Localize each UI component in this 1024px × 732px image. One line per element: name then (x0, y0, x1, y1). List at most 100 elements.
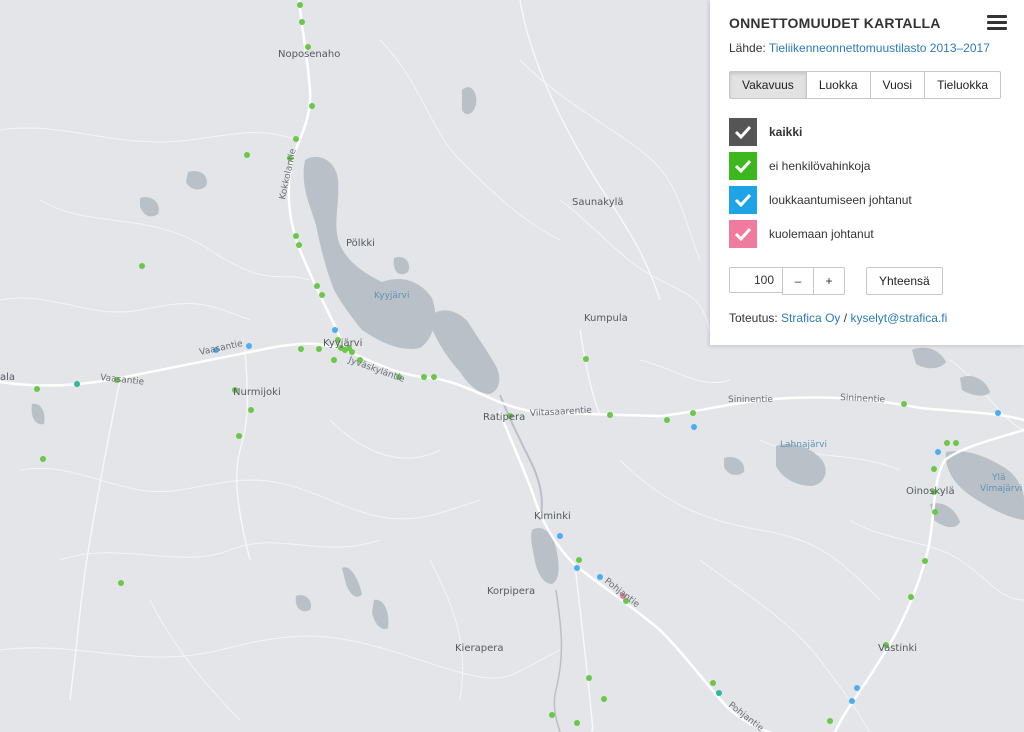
checkbox-all[interactable] (729, 118, 757, 146)
legend-item-no-injury[interactable]: ei henkilövahinkoja (729, 152, 912, 180)
legend-label: kaikki (769, 125, 803, 139)
place-label: Saunakylä (572, 197, 624, 208)
accident-point[interactable] (574, 565, 580, 571)
hamburger-menu-icon[interactable] (987, 15, 1007, 31)
lake-label: Vimajärvi (980, 484, 1022, 494)
accident-point[interactable] (236, 433, 242, 439)
checkbox-injury[interactable] (729, 186, 757, 214)
accident-point[interactable] (691, 424, 697, 430)
place-label: Pölkki (346, 238, 375, 249)
accident-point[interactable] (574, 720, 580, 726)
tab-vuosi[interactable]: Vuosi (869, 71, 926, 99)
accident-point[interactable] (316, 346, 322, 352)
legend-item-all[interactable]: kaikki (729, 118, 912, 146)
source-line: Lähde: Tieliikenneonnettomuustilasto 201… (729, 41, 990, 55)
check-icon (734, 193, 752, 207)
place-label: Kiminki (534, 511, 571, 522)
accident-point[interactable] (139, 263, 145, 269)
accident-point[interactable] (248, 407, 254, 413)
accident-point[interactable] (710, 680, 716, 686)
accident-point[interactable] (314, 283, 320, 289)
accident-point[interactable] (953, 440, 959, 446)
accident-point[interactable] (827, 718, 833, 724)
accident-point[interactable] (349, 349, 355, 355)
accident-point[interactable] (421, 374, 427, 380)
source-link[interactable]: Tieliikenneonnettomuustilasto 2013–2017 (769, 41, 990, 55)
accident-point[interactable] (298, 346, 304, 352)
tab-tieluokka[interactable]: Tieluokka (924, 71, 1002, 99)
accident-point[interactable] (332, 327, 338, 333)
accident-point[interactable] (244, 152, 250, 158)
accident-point[interactable] (246, 343, 252, 349)
point-size-input[interactable] (729, 267, 783, 293)
total-button[interactable]: Yhteensä (866, 267, 943, 295)
accident-point[interactable] (586, 675, 592, 681)
check-icon (734, 159, 752, 173)
point-size-stepper: – + (729, 267, 845, 295)
place-label: Kumpula (584, 313, 628, 324)
accident-point[interactable] (319, 292, 325, 298)
accident-point[interactable] (932, 509, 938, 515)
legend-item-injury[interactable]: loukkaantumiseen johtanut (729, 186, 912, 214)
increase-button[interactable]: + (813, 267, 845, 295)
check-icon (734, 227, 752, 241)
accident-point[interactable] (597, 574, 603, 580)
accident-point[interactable] (309, 103, 315, 109)
accident-point[interactable] (557, 533, 563, 539)
accident-point[interactable] (583, 356, 589, 362)
info-panel: ONNETTOMUUDET KARTALLA Lähde: Tieliikenn… (710, 0, 1024, 345)
place-label: Noposenaho (278, 49, 340, 60)
accident-point[interactable] (74, 381, 80, 387)
accident-point[interactable] (431, 374, 437, 380)
accident-point[interactable] (908, 594, 914, 600)
accident-point[interactable] (690, 410, 696, 416)
accident-point[interactable] (331, 357, 337, 363)
accident-point[interactable] (297, 2, 303, 8)
accident-point[interactable] (293, 136, 299, 142)
accident-point[interactable] (34, 386, 40, 392)
accident-point[interactable] (549, 712, 555, 718)
panel-title: ONNETTOMUUDET KARTALLA (729, 15, 941, 31)
place-label: Kierapera (455, 643, 503, 654)
place-label: Oinoskylä (906, 486, 955, 497)
accident-point[interactable] (299, 19, 305, 25)
company-link[interactable]: Strafica Oy (781, 311, 840, 325)
legend-label: ei henkilövahinkoja (769, 159, 871, 173)
accident-point[interactable] (849, 698, 855, 704)
accident-point[interactable] (296, 242, 302, 248)
accident-point[interactable] (944, 440, 950, 446)
accident-point[interactable] (601, 696, 607, 702)
accident-point[interactable] (935, 449, 941, 455)
accident-point[interactable] (40, 456, 46, 462)
legend-label: loukkaantumiseen johtanut (769, 193, 912, 207)
accident-point[interactable] (664, 417, 670, 423)
checkbox-no-injury[interactable] (729, 152, 757, 180)
accident-point[interactable] (607, 412, 613, 418)
email-link[interactable]: kyselyt@strafica.fi (850, 311, 947, 325)
legend-label: kuolemaan johtanut (769, 227, 874, 241)
tab-luokka[interactable]: Luokka (805, 71, 871, 99)
checkbox-fatal[interactable] (729, 220, 757, 248)
lake-label: Lahnajärvi (780, 440, 827, 450)
accident-point[interactable] (901, 401, 907, 407)
accident-point[interactable] (922, 558, 928, 564)
decrease-button[interactable]: – (782, 267, 814, 295)
accident-point[interactable] (716, 690, 722, 696)
accident-point[interactable] (931, 466, 937, 472)
source-label: Lähde: (729, 41, 766, 55)
severity-legend: kaikki ei henkilövahinkoja loukkaantumis… (729, 118, 912, 254)
accident-point[interactable] (293, 233, 299, 239)
accident-point[interactable] (854, 685, 860, 691)
tab-vakavuus[interactable]: Vakavuus (729, 71, 807, 99)
filter-tabs: Vakavuus Luokka Vuosi Tieluokka (729, 71, 1002, 99)
accident-point[interactable] (576, 557, 582, 563)
legend-item-fatal[interactable]: kuolemaan johtanut (729, 220, 912, 248)
accident-point[interactable] (995, 410, 1001, 416)
accident-point[interactable] (118, 580, 124, 586)
place-label: Kyyjärvi (323, 338, 362, 349)
road-label: Sininentie (728, 395, 773, 405)
credits-label: Toteutus: (729, 311, 778, 325)
credits-line: Toteutus: Strafica Oy / kyselyt@strafica… (729, 311, 947, 325)
place-label: ala (0, 372, 15, 383)
lake-label: Ylä (991, 473, 1006, 483)
